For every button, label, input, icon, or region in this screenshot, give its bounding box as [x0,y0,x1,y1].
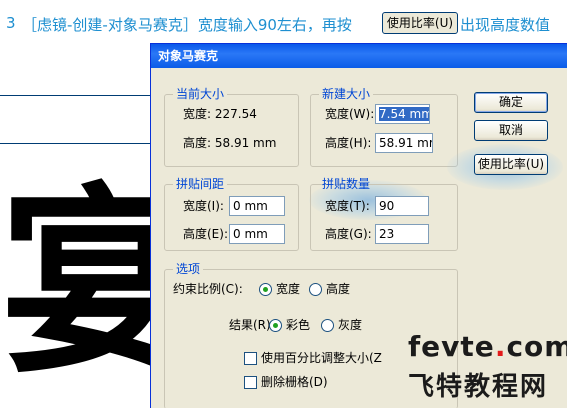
spacing-height-input[interactable]: 0 mm [229,224,285,244]
delete-raster-checkbox[interactable] [244,376,257,389]
instruction-text: ［虑镜-创建-对象马赛克］宽度输入90左右，再按 [22,16,352,34]
current-size-group: 当前大小 宽度: 227.54 高度: 58.91 mm [164,87,299,167]
new-width-input[interactable]: 7.54 mm [375,104,430,124]
watermark-domain: fevte.com [408,330,567,363]
dialog-titlebar[interactable]: 对象马赛克 [151,44,567,68]
current-size-title: 当前大小 [173,87,228,102]
watermark-site-name: 飞特教程网 [408,372,549,402]
new-size-group: 新建大小 宽度(W): 7.54 mm 高度(H): 58.91 mr [310,87,458,167]
step-number: 3 [6,14,16,32]
inline-use-ratio-button-image: 使用比率(U) [382,12,458,34]
current-width-label: 宽度: 227.54 [183,107,257,121]
use-ratio-button[interactable]: 使用比率(U) [474,154,548,175]
constrain-label: 约束比例(C): [173,282,243,296]
constrain-width-label[interactable]: 宽度 [276,281,300,297]
new-height-input[interactable]: 58.91 mr [375,133,433,153]
count-height-input[interactable]: 23 [375,224,429,244]
tile-spacing-title: 拼贴间距 [173,177,228,192]
new-width-label: 宽度(W): [325,107,375,121]
spacing-width-input[interactable]: 0 mm [229,196,285,216]
resize-by-percent-label[interactable]: 使用百分比调整大小(Z [261,350,382,366]
guide-line-bottom [0,143,150,144]
constrain-height-radio[interactable] [309,283,322,296]
result-color-radio[interactable] [269,319,282,332]
delete-raster-label[interactable]: 删除栅格(D) [261,374,328,390]
ok-button[interactable]: 确定 [474,92,548,113]
tile-spacing-group: 拼贴间距 宽度(I): 0 mm 高度(E): 0 mm [164,177,299,251]
result-color-label[interactable]: 彩色 [286,317,310,333]
tile-count-group: 拼贴数量 宽度(T): 90 高度(G): 23 [310,177,458,251]
instruction-text-end: 出现高度数值 [460,16,551,34]
cancel-button[interactable]: 取消 [474,120,548,141]
new-size-title: 新建大小 [319,87,374,102]
tile-count-title: 拼贴数量 [322,177,371,191]
tutorial-header: 3 ［虑镜-创建-对象马赛克］宽度输入90左右，再按 使用比率(U) 出现高度数… [0,0,567,40]
result-gray-radio[interactable] [321,319,334,332]
mosaic-artwork: 宴 [0,175,150,401]
spacing-height-label: 高度(E): [183,227,228,241]
count-width-input[interactable]: 90 [375,196,429,216]
count-height-label: 高度(G): [325,227,372,241]
constrain-height-label[interactable]: 高度 [326,281,350,297]
resize-by-percent-checkbox[interactable] [244,352,257,365]
spacing-width-label: 宽度(I): [183,199,224,213]
options-title: 选项 [173,262,204,277]
current-height-label: 高度: 58.91 mm [183,136,277,150]
constrain-width-radio[interactable] [259,283,272,296]
count-width-label: 宽度(T): [325,199,370,213]
new-height-label: 高度(H): [325,136,372,150]
guide-line-top [0,95,150,96]
result-gray-label[interactable]: 灰度 [338,317,362,333]
result-label: 结果(R): [229,318,275,332]
